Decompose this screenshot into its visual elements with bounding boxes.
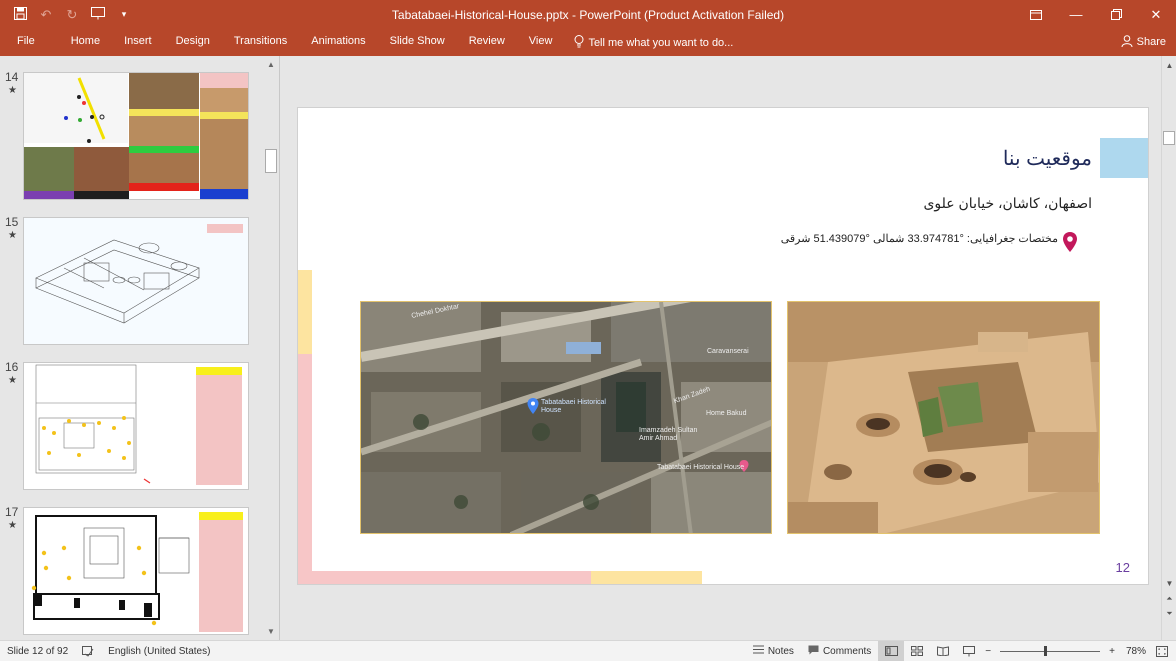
decorative-bar bbox=[298, 354, 312, 584]
thumbnail-preview bbox=[23, 72, 249, 200]
animation-star-icon: ★ bbox=[8, 230, 17, 241]
map-label: Tabatabaei Historical House bbox=[541, 399, 606, 414]
scroll-down-arrow-icon[interactable]: ▼ bbox=[264, 625, 278, 639]
fit-slide-icon[interactable] bbox=[1154, 645, 1176, 657]
location-pin-icon bbox=[1062, 232, 1078, 252]
lightbulb-icon bbox=[574, 34, 584, 51]
share-label: Share bbox=[1136, 36, 1166, 48]
zoom-slider-handle[interactable] bbox=[1044, 645, 1048, 656]
tab-animations[interactable]: Animations bbox=[299, 29, 377, 56]
tell-me-text: Tell me what you want to do... bbox=[588, 36, 734, 49]
spell-check-icon[interactable] bbox=[75, 645, 101, 657]
map-label: Imamzadeh Sultan Amir Ahmad bbox=[639, 427, 698, 442]
thumbnail-number: 14 bbox=[5, 70, 19, 84]
animation-star-icon: ★ bbox=[8, 85, 17, 96]
reading-view-icon[interactable] bbox=[930, 641, 956, 661]
scroll-down-arrow-icon[interactable]: ▼ bbox=[1162, 577, 1176, 591]
language-indicator[interactable]: English (United States) bbox=[101, 646, 217, 657]
tab-home[interactable]: Home bbox=[59, 29, 112, 56]
slide-editor: موقعیت بنا اصفهان، کاشان، خیابان علوی مخ… bbox=[281, 56, 1161, 640]
customize-qat-icon[interactable]: ▾ bbox=[116, 9, 132, 20]
undo-icon[interactable]: ↶ bbox=[38, 7, 54, 23]
thumbnail-number: 16 bbox=[5, 360, 19, 374]
tell-me-box[interactable]: Tell me what you want to do... bbox=[564, 34, 734, 51]
slide-sorter-icon[interactable] bbox=[904, 641, 930, 661]
status-bar: Slide 12 of 92 English (United States) N… bbox=[0, 640, 1176, 661]
comments-button[interactable]: Comments bbox=[801, 645, 878, 658]
thumbnail-number: 15 bbox=[5, 215, 19, 229]
tab-insert[interactable]: Insert bbox=[112, 29, 164, 56]
notes-icon bbox=[752, 645, 764, 657]
comment-icon bbox=[808, 645, 819, 658]
address-text[interactable]: اصفهان، کاشان، خیابان علوی bbox=[923, 195, 1092, 212]
decorative-bar bbox=[298, 270, 312, 354]
title-bar: ↶ ↻ ▾ Tabatabaei-Historical-House.pptx -… bbox=[0, 0, 1176, 29]
ribbon-display-options-icon[interactable] bbox=[1016, 0, 1056, 29]
zoom-in-icon[interactable]: + bbox=[1106, 646, 1118, 657]
next-slide-icon[interactable]: ⏷ bbox=[1162, 607, 1176, 621]
normal-view-icon[interactable] bbox=[878, 641, 905, 661]
scroll-up-arrow-icon[interactable]: ▲ bbox=[1162, 59, 1176, 73]
quick-access-toolbar: ↶ ↻ ▾ bbox=[0, 0, 132, 29]
aerial-photo[interactable] bbox=[787, 301, 1100, 534]
zoom-slider[interactable] bbox=[1000, 645, 1101, 656]
slide-indicator: Slide 12 of 92 bbox=[7, 645, 69, 657]
thumbnail-number: 17 bbox=[5, 505, 19, 519]
title-accent-block bbox=[1100, 138, 1148, 178]
satellite-map-image[interactable]: Tabatabaei Historical House Imamzadeh Su… bbox=[360, 301, 772, 534]
map-pin-icon bbox=[527, 398, 539, 414]
notes-label: Notes bbox=[767, 645, 794, 657]
person-icon bbox=[1121, 34, 1133, 50]
thumbnail-scrollbar[interactable]: ▲ ▼ bbox=[264, 56, 278, 640]
tab-review[interactable]: Review bbox=[457, 29, 517, 56]
window-title: Tabatabaei-Historical-House.pptx - Power… bbox=[391, 8, 785, 22]
tab-transitions[interactable]: Transitions bbox=[222, 29, 299, 56]
decorative-bar bbox=[591, 571, 702, 584]
share-button[interactable]: Share bbox=[1121, 32, 1166, 52]
tab-design[interactable]: Design bbox=[164, 29, 222, 56]
tab-view[interactable]: View bbox=[517, 29, 565, 56]
animation-star-icon: ★ bbox=[8, 375, 17, 386]
slide-title[interactable]: موقعیت بنا bbox=[1003, 146, 1092, 171]
thumbnail-preview bbox=[23, 507, 249, 635]
start-from-beginning-icon[interactable] bbox=[90, 6, 106, 23]
current-slide[interactable]: موقعیت بنا اصفهان، کاشان، خیابان علوی مخ… bbox=[297, 107, 1149, 585]
slide-show-view-icon[interactable] bbox=[956, 641, 982, 661]
decorative-bar bbox=[298, 571, 591, 584]
thumbnail-preview bbox=[23, 362, 249, 490]
tab-file[interactable]: File bbox=[0, 29, 59, 56]
coordinates-text[interactable]: مختصات جغرافیایی: °33.974781 شمالی °51.4… bbox=[781, 232, 1058, 245]
tab-slide-show[interactable]: Slide Show bbox=[378, 29, 457, 56]
notes-button[interactable]: Notes bbox=[746, 645, 801, 657]
previous-slide-icon[interactable]: ⏶ bbox=[1162, 592, 1176, 606]
map-label: Home Bakud bbox=[706, 410, 747, 417]
map-label: Tabatabaei Historical House bbox=[657, 464, 745, 471]
animation-star-icon: ★ bbox=[8, 520, 17, 531]
close-icon[interactable]: ✕ bbox=[1136, 0, 1176, 29]
redo-icon[interactable]: ↻ bbox=[64, 7, 80, 23]
minimize-icon[interactable]: — bbox=[1056, 0, 1096, 29]
restore-icon[interactable] bbox=[1096, 0, 1136, 29]
save-icon[interactable] bbox=[12, 6, 28, 23]
scroll-thumb[interactable] bbox=[265, 149, 277, 173]
map-label: Caravanserai bbox=[707, 348, 749, 355]
slide-number: 12 bbox=[1115, 560, 1130, 575]
zoom-out-icon[interactable]: − bbox=[982, 646, 994, 657]
slide-thumbnail-pane[interactable]: 14 ★ 15 ★ 16 ★ 17 ★ ▲ ▼ bbox=[0, 56, 280, 640]
editor-scrollbar[interactable]: ▲ ▼ ⏶ ⏷ bbox=[1161, 56, 1176, 640]
scroll-thumb[interactable] bbox=[1163, 131, 1175, 145]
comments-label: Comments bbox=[822, 645, 872, 657]
ribbon-tabs: File Home Insert Design Transitions Anim… bbox=[0, 29, 1176, 56]
thumbnail-preview bbox=[23, 217, 249, 345]
scroll-up-arrow-icon[interactable]: ▲ bbox=[264, 58, 278, 72]
zoom-level[interactable]: 78% bbox=[1118, 646, 1154, 657]
